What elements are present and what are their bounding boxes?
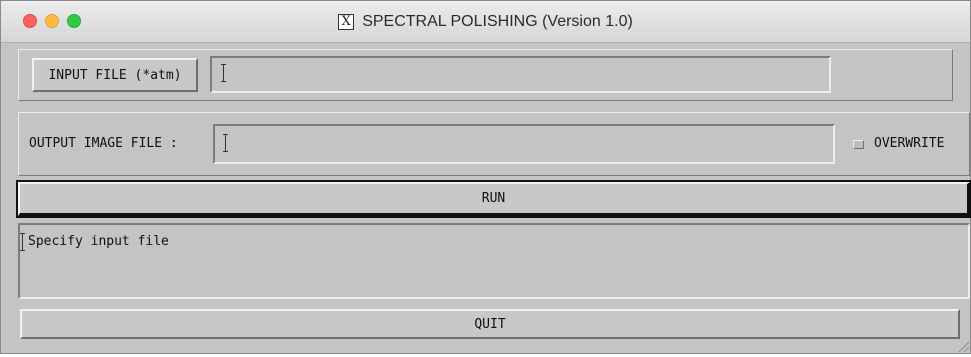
x11-icon: X <box>338 13 355 30</box>
title-group: X SPECTRAL POLISHING (Version 1.0) <box>1 1 970 42</box>
output-image-file-field[interactable] <box>213 124 835 164</box>
text-cursor-icon <box>223 134 228 152</box>
overwrite-label[interactable]: OVERWRITE <box>874 136 944 151</box>
text-cursor-icon <box>221 64 226 82</box>
message-text: Specify input file <box>28 234 169 249</box>
window-title: SPECTRAL POLISHING (Version 1.0) <box>362 12 633 30</box>
message-area: Specify input file <box>18 223 970 299</box>
quit-button[interactable]: QUIT <box>20 309 960 339</box>
title-bar[interactable]: X SPECTRAL POLISHING (Version 1.0) <box>1 1 970 43</box>
app-window: X SPECTRAL POLISHING (Version 1.0) INPUT… <box>0 0 971 354</box>
text-cursor-icon <box>20 233 25 251</box>
input-file-button[interactable]: INPUT FILE (*atm) <box>32 58 198 92</box>
output-image-file-label: OUTPUT IMAGE FILE : <box>29 136 178 151</box>
run-button[interactable]: RUN <box>16 180 971 218</box>
overwrite-checkbox[interactable] <box>853 140 864 149</box>
resize-grip-icon[interactable] <box>954 337 970 353</box>
input-file-field[interactable] <box>210 56 831 93</box>
